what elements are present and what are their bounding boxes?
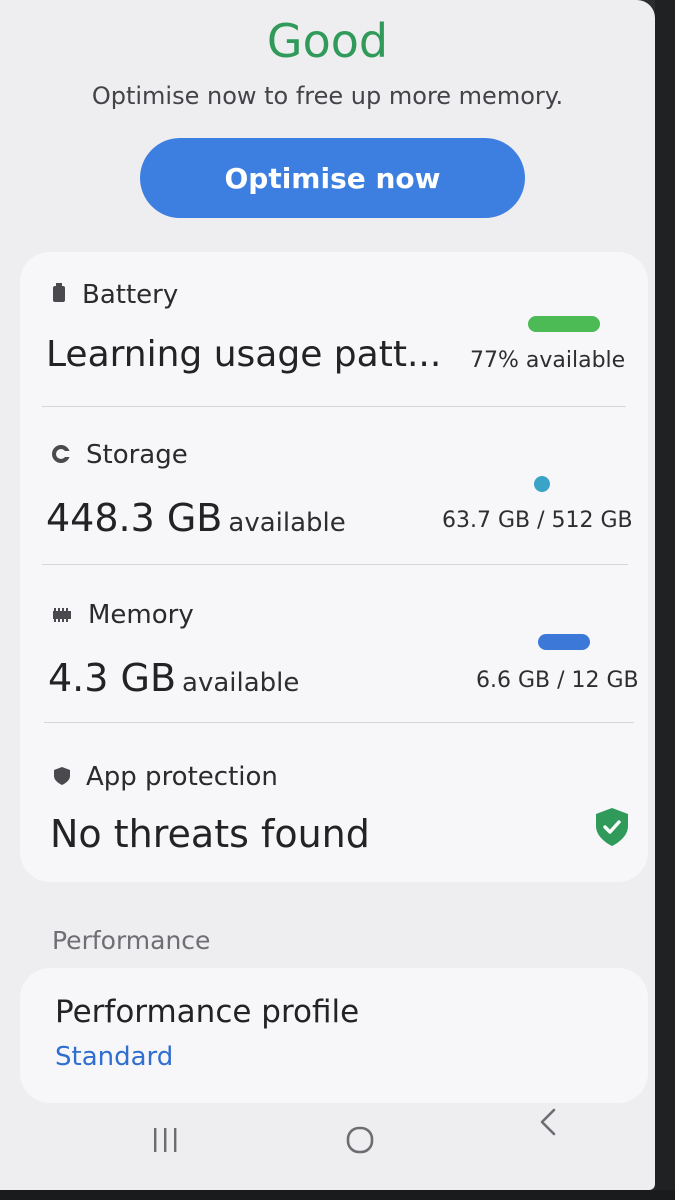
storage-usage-bar — [534, 476, 550, 492]
battery-icon — [52, 280, 66, 310]
divider — [44, 722, 634, 723]
status-subtitle: Optimise now to free up more memory. — [91, 82, 564, 110]
shield-check-icon — [596, 808, 628, 850]
memory-usage-bar — [538, 634, 590, 650]
app-protection-label: App protection — [86, 762, 278, 792]
device-bezel — [655, 0, 675, 1200]
performance-profile-card[interactable] — [20, 968, 648, 1103]
home-button[interactable] — [330, 1112, 390, 1172]
status-title: Good — [266, 14, 389, 68]
shield-icon — [54, 762, 70, 792]
device-care-screen: Good Optimise now to free up more memory… — [0, 0, 655, 1190]
battery-section[interactable]: Battery Learning usage patt... 77% avail… — [20, 252, 648, 410]
memory-label-row: Memory — [52, 600, 194, 630]
app-protection-label-row: App protection — [54, 762, 278, 792]
storage-label-row: Storage — [52, 440, 188, 470]
memory-usage-text: 6.6 GB / 12 GB — [476, 668, 639, 693]
memory-chip-icon — [52, 600, 72, 630]
home-icon — [345, 1125, 375, 1159]
performance-profile-title: Performance profile — [55, 994, 360, 1030]
memory-available-value: 4.3 GB — [48, 656, 177, 700]
performance-profile-value: Standard — [55, 1042, 174, 1072]
optimise-now-button[interactable]: Optimise now — [140, 138, 525, 218]
memory-label: Memory — [88, 600, 194, 630]
storage-section[interactable]: Storage 448.3 GB available 63.7 GB / 512 … — [20, 410, 648, 568]
divider — [42, 406, 626, 407]
device-care-card: Battery Learning usage patt... 77% avail… — [20, 252, 648, 882]
performance-header: Performance — [52, 926, 211, 955]
storage-usage-text: 63.7 GB / 512 GB — [442, 508, 633, 533]
storage-available-unit: available — [228, 508, 346, 538]
battery-level-bar — [528, 316, 600, 332]
recents-icon — [150, 1126, 180, 1158]
recents-button[interactable] — [135, 1112, 195, 1172]
memory-available-unit: available — [182, 668, 300, 698]
memory-available: 4.3 GB available — [48, 656, 299, 700]
memory-section[interactable]: Memory 4.3 GB available 6.6 GB / 12 GB — [20, 568, 648, 724]
back-icon — [536, 1107, 560, 1141]
battery-label-row: Battery — [52, 280, 178, 310]
battery-status-text: Learning usage patt... — [46, 334, 442, 375]
app-protection-section[interactable]: App protection No threats found — [20, 724, 648, 882]
app-protection-status: No threats found — [50, 812, 370, 856]
battery-available-text: 77% available — [470, 348, 626, 373]
back-button[interactable] — [518, 1094, 578, 1154]
storage-label: Storage — [86, 440, 188, 470]
device-bottom-edge — [0, 1190, 675, 1200]
storage-icon — [52, 440, 70, 470]
storage-available-value: 448.3 GB — [46, 496, 223, 540]
divider — [42, 564, 628, 565]
storage-available: 448.3 GB available — [46, 496, 346, 540]
battery-label: Battery — [82, 280, 179, 310]
